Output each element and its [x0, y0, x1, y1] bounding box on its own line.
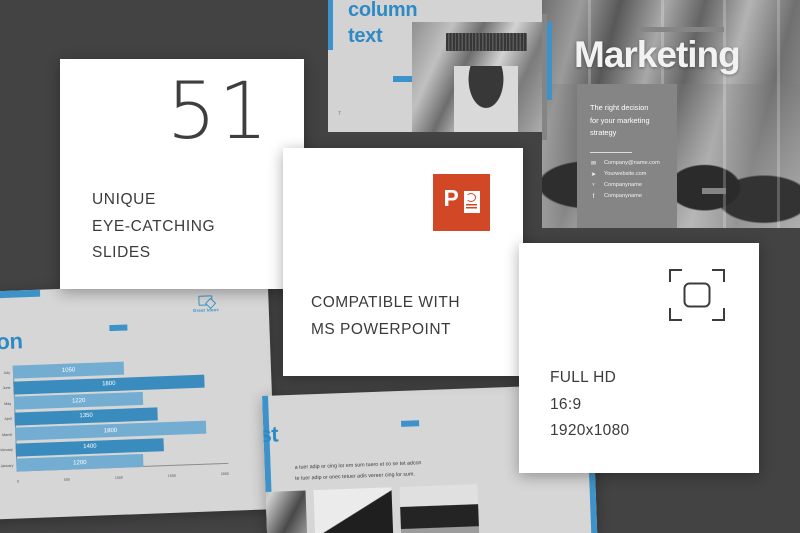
- slide-marketing-title: Marketing: [574, 34, 741, 75]
- center-square: [683, 282, 711, 308]
- chart-bar-value: 1220: [71, 397, 86, 405]
- chart-tick-label: 0: [16, 479, 20, 484]
- glass-divider-4: [776, 0, 780, 228]
- marketing-info-panel: The right decision for your marketing st…: [577, 84, 677, 228]
- marketing-tagline: The right decision for your marketing st…: [590, 102, 664, 140]
- bottom-slide-title: st: [262, 421, 279, 448]
- card-powerpoint-text: COMPATIBLE WITH MS POWERPOINT: [311, 289, 460, 344]
- card-unique-slides[interactable]: 51 UNIQUE EYE-CATCHING SLIDES: [60, 59, 304, 289]
- contact-email[interactable]: ✉ Company@name.com: [590, 161, 664, 167]
- fullhd-line-3: 1920x1080: [550, 422, 630, 440]
- photo-notebook-pen: [313, 487, 394, 533]
- chart-bar-value: 1400: [83, 443, 97, 451]
- photo-laptop-hands: [262, 490, 308, 533]
- chart-bar-value: 1200: [73, 459, 87, 467]
- chart-category-label: March: [2, 432, 13, 437]
- contact-website[interactable]: ➤ Yourwebsite.com: [590, 172, 664, 178]
- fullhd-line-1: FULL HD: [550, 369, 617, 387]
- accent-dash-bottom: [702, 188, 726, 194]
- card-full-hd-text: FULL HD 16:9 1920x1080: [550, 365, 629, 445]
- powerpoint-glyph: P: [443, 184, 480, 216]
- divider-rule: [590, 152, 632, 154]
- microsoft-powerpoint-icon: P: [433, 174, 490, 231]
- photo-desk-workspace: [412, 22, 552, 132]
- contact-facebook-label: Companyname: [604, 193, 642, 200]
- accent-bar-top: [638, 27, 724, 32]
- twitter-icon: ᵛ: [592, 183, 595, 190]
- chart-rows: July 1050 June 1800 May 1220 April 1350 March 180…: [0, 358, 228, 473]
- chart-bar: 1050: [12, 361, 125, 379]
- accent-bar-left: [328, 0, 333, 50]
- powerpoint-line-1: COMPATIBLE WITH: [311, 293, 461, 311]
- tagline-line-2: for your marketing: [590, 115, 650, 125]
- chart-bar-value: 1800: [102, 380, 116, 388]
- unique-line-1: UNIQUE: [92, 191, 156, 208]
- accent-dash: [109, 324, 128, 332]
- fullhd-line-2: 16:9: [550, 395, 582, 413]
- corner-bottom-right: [712, 308, 725, 321]
- chart-category-label: April: [4, 416, 12, 422]
- chart-bar: 1200: [16, 453, 144, 472]
- chart-bar-value: 1800: [103, 427, 118, 434]
- screen-idea-icon: [198, 295, 213, 306]
- powerpoint-line-2: MS POWERPOINT: [311, 321, 451, 339]
- chart-tick-label: 500: [63, 477, 70, 482]
- bottom-slide-body: a tuer adip or cing lor em sum tuero et …: [294, 455, 515, 484]
- contact-email-label: Company@name.com: [604, 160, 660, 167]
- poster-canvas: column text mag na sit om ad. Nostrud ex…: [0, 0, 800, 533]
- unique-line-2: EYE-CATCHING: [92, 217, 216, 235]
- slide-column-text[interactable]: column text mag na sit om ad. Nostrud ex…: [328, 0, 552, 132]
- card-full-hd[interactable]: FULL HD 16:9 1920x1080: [519, 243, 759, 473]
- slide-count-number: 51: [166, 67, 270, 157]
- column-title-line-1: column: [348, 0, 418, 21]
- powerpoint-slide-shape: [463, 190, 480, 213]
- comparison-title: parison: [0, 328, 23, 357]
- envelope-icon: ✉: [590, 161, 597, 168]
- corner-top-left: [669, 269, 682, 282]
- tagline-line-3: strategy: [590, 128, 617, 138]
- slide-page-number: 7: [338, 111, 341, 117]
- contact-website-label: Yourwebsite.com: [604, 171, 647, 178]
- contact-twitter[interactable]: ᵛ Companyname: [590, 183, 664, 189]
- chart-category-label: May: [4, 401, 12, 406]
- powerpoint-letter: P: [443, 184, 459, 211]
- corner-top-right: [712, 269, 725, 282]
- corner-bottom-left: [669, 308, 682, 321]
- slide-marketing[interactable]: Marketing The right decision for your ma…: [542, 0, 800, 228]
- chart-x-ticks: 0 500 1000 1500 2000: [17, 472, 229, 484]
- slide-column-title: column text: [348, 0, 418, 49]
- contact-facebook[interactable]: f Companyname: [590, 194, 664, 200]
- contact-twitter-label: Companyname: [604, 182, 642, 189]
- horizontal-bar-chart: July 1050 June 1800 May 1220 April 1350 March 180…: [0, 358, 229, 487]
- tagline-line-1: The right decision: [590, 103, 649, 112]
- cursor-icon: ➤: [590, 172, 597, 179]
- chart-category-label: February: [0, 447, 13, 453]
- unique-line-3: SLIDES: [92, 244, 151, 262]
- chart-category-label: June: [2, 385, 11, 391]
- chart-tick-label: 1000: [114, 475, 123, 481]
- fullscreen-icon: [669, 269, 725, 321]
- chart-bar: 1220: [13, 391, 144, 410]
- card-powerpoint-compatible[interactable]: P COMPATIBLE WITH MS POWERPOINT: [283, 148, 523, 376]
- chart-category-label: July: [3, 370, 11, 375]
- column-title-line-2: text: [348, 24, 383, 47]
- facebook-icon: f: [592, 194, 595, 201]
- great-ideas-label: Great Ideas: [192, 307, 220, 314]
- chart-category-label: January: [0, 463, 14, 468]
- slide-comparison-chart[interactable]: parison Great Ideas July 1050 June 1800 May 1…: [0, 281, 277, 521]
- chart-bar-value: 1350: [79, 412, 93, 420]
- chart-bar-value: 1050: [61, 366, 76, 374]
- accent-bar-photo: [547, 22, 552, 100]
- chart-tick-label: 1500: [167, 473, 176, 479]
- photo-cafe-counter: [399, 484, 480, 533]
- card-unique-text: UNIQUE EYE-CATCHING SLIDES: [92, 187, 215, 267]
- great-ideas-badge[interactable]: Great Ideas: [192, 295, 219, 313]
- accent-dash: [401, 420, 420, 427]
- accent-bar-top: [0, 289, 41, 300]
- chart-tick-label: 2000: [220, 471, 229, 477]
